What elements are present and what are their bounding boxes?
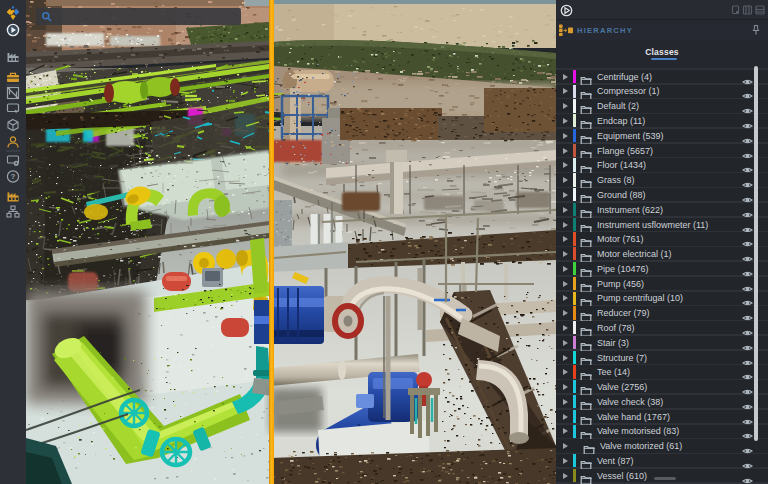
svg-text:?: ?	[11, 172, 16, 181]
svg-text:HIERARCHY: HIERARCHY	[577, 26, 633, 35]
